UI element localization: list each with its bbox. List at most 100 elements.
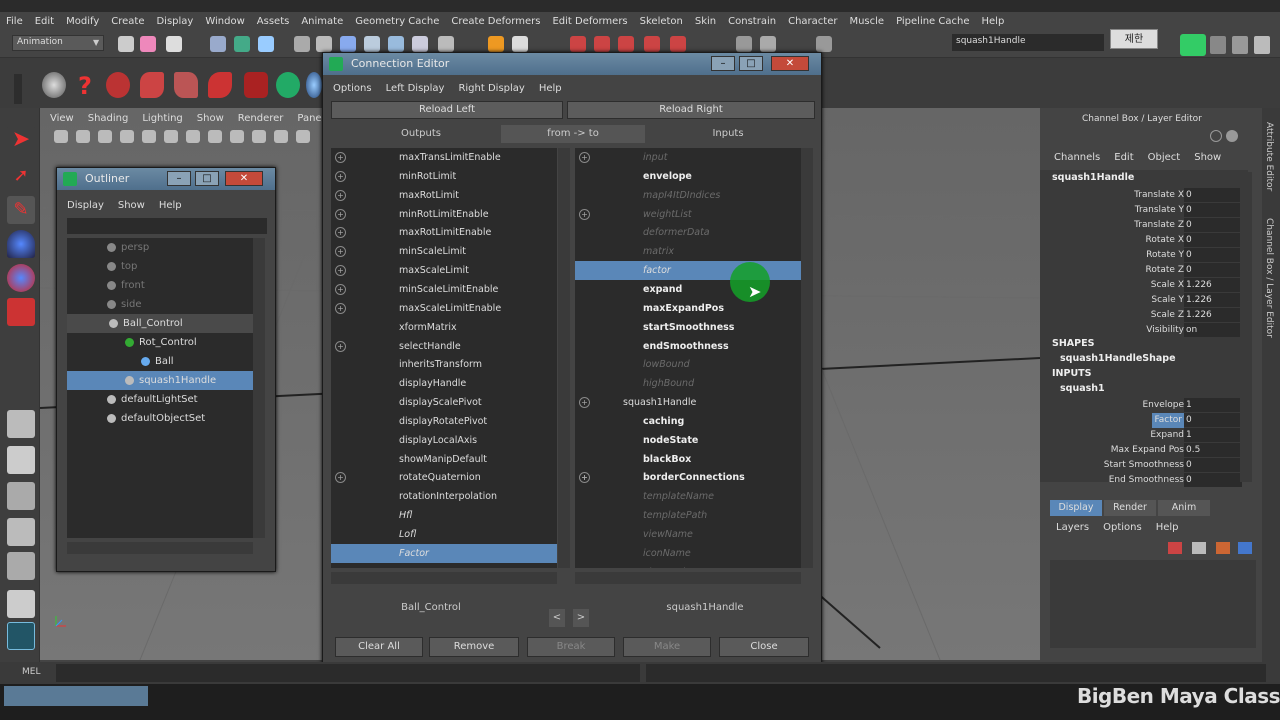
lasso-tool-icon[interactable]: ➚ (7, 162, 35, 190)
muscle-icon[interactable] (276, 72, 300, 98)
channel-value[interactable]: 1 (1184, 398, 1242, 412)
channel-menu-edit[interactable]: Edit (1114, 152, 1133, 163)
outliner-menu-display[interactable]: Display (67, 200, 104, 211)
viewport-menu-view[interactable]: View (50, 113, 74, 124)
expand-icon[interactable]: + (579, 472, 590, 484)
channel-menu-object[interactable]: Object (1148, 152, 1181, 163)
channel-value[interactable]: 0 (1184, 248, 1242, 262)
attribute-editor-tab[interactable]: Attribute Editor (1264, 122, 1274, 191)
close-button[interactable]: ✕ (771, 56, 809, 71)
mode-selector-arrow[interactable]: ▼ (93, 38, 99, 47)
channel-row[interactable]: Translate X0 (1052, 188, 1248, 203)
channel-value[interactable]: 0 (1184, 203, 1242, 217)
attribute-row[interactable]: + selectHandle (331, 337, 557, 356)
channel-box-settings-icon[interactable] (1226, 130, 1238, 142)
menu-edit[interactable]: Edit (35, 16, 54, 27)
spline-ik-icon[interactable] (174, 72, 198, 98)
channel-value[interactable]: 1.226 (1184, 308, 1242, 322)
outliner-menu-show[interactable]: Show (118, 200, 145, 211)
outliner-item[interactable]: defaultObjectSet (67, 409, 253, 428)
break-button[interactable]: Break (527, 637, 615, 657)
expand-icon[interactable]: + (335, 152, 346, 163)
menu-modify[interactable]: Modify (66, 16, 99, 27)
attribute-row[interactable]: Lofl (331, 525, 557, 544)
attribute-row[interactable]: + maxRotLimitEnable (331, 223, 557, 242)
minimize-button[interactable]: – (711, 56, 735, 71)
layout-two-icon[interactable] (7, 482, 35, 510)
direction-toggle-button[interactable]: from -> to (501, 125, 645, 143)
channel-menu-show[interactable]: Show (1194, 152, 1221, 163)
channel-box-help-icon[interactable] (1210, 130, 1222, 142)
attribute-row[interactable]: endSmoothness (575, 337, 801, 356)
layout-outliner-icon[interactable] (7, 552, 35, 580)
viewport-tool-icon[interactable] (98, 130, 112, 143)
outputs-horizontal-scrollbar[interactable] (331, 572, 557, 584)
status-tool-icon[interactable] (234, 36, 250, 52)
attribute-row[interactable]: + maxScaleLimitEnable (331, 299, 557, 318)
layout-four-icon[interactable] (7, 446, 35, 474)
attribute-row[interactable]: + maxTransLimitEnable (331, 148, 557, 167)
channel-value[interactable]: 0 (1184, 413, 1242, 427)
channel-row[interactable]: Rotate Z0 (1052, 263, 1248, 278)
expand-icon[interactable]: + (335, 340, 346, 352)
shapes-header[interactable]: SHAPES (1052, 338, 1094, 349)
channel-row[interactable]: Scale Z 1.226 (1052, 308, 1248, 323)
menu-pipeline-cache[interactable]: Pipeline Cache (896, 16, 969, 27)
attribute-row[interactable]: caching (575, 412, 801, 431)
channel-row[interactable]: Visibility on (1052, 323, 1248, 338)
attribute-row[interactable]: rotationInterpolation (331, 487, 557, 506)
channel-value[interactable]: 0 (1184, 188, 1242, 202)
status-tool-icon[interactable] (488, 36, 504, 52)
mode-selector[interactable]: Animation (12, 35, 104, 51)
status-tool-icon[interactable] (140, 36, 156, 52)
menu-muscle[interactable]: Muscle (849, 16, 884, 27)
mel-input[interactable] (56, 664, 640, 682)
attribute-row[interactable]: + weightList (575, 205, 801, 224)
attribute-row[interactable]: displayRotatePivot (331, 412, 557, 431)
status-tool-icon[interactable] (438, 36, 454, 52)
connection-menu-left-display[interactable]: Left Display (386, 83, 445, 94)
attribute-row[interactable]: Factor (331, 543, 557, 563)
attribute-row[interactable]: viewMode (575, 563, 801, 568)
status-tool-icon[interactable] (210, 36, 226, 52)
attribute-row[interactable]: nodeState (575, 431, 801, 450)
menu-create-deformers[interactable]: Create Deformers (451, 16, 540, 27)
panel-layout-icon[interactable] (1210, 36, 1226, 54)
outliner-item[interactable]: Rot_Control (67, 333, 253, 352)
attribute-row[interactable]: xformMatrix (331, 318, 557, 337)
minimize-button[interactable]: – (167, 171, 191, 186)
attribute-row[interactable]: + minRotLimitEnable (331, 205, 557, 224)
attribute-row[interactable]: envelope (575, 167, 801, 186)
status-tool-icon[interactable] (340, 36, 356, 52)
attribute-row[interactable]: + input (575, 148, 801, 167)
channel-row[interactable]: Translate Z0 (1052, 218, 1248, 233)
move-layer-down-icon[interactable] (1238, 542, 1252, 554)
attribute-row[interactable]: + minScaleLimitEnable (331, 280, 557, 299)
input-channel-row[interactable]: Envelope 1 (1052, 398, 1248, 413)
status-tool-icon[interactable] (316, 36, 332, 52)
attribute-row[interactable]: + rotateQuaternion (331, 468, 557, 487)
layer-tab-render[interactable]: Render (1104, 500, 1156, 516)
input-channel-row[interactable]: Start Smoothness 0 (1052, 458, 1248, 473)
attribute-row[interactable]: + borderConnections (575, 468, 801, 487)
status-tool-icon[interactable] (118, 36, 134, 52)
outliner-window[interactable]: Outliner – □ ✕ Display Show Help persp top f… (56, 167, 276, 572)
channel-value[interactable]: 0 (1184, 458, 1242, 472)
status-tool-icon[interactable] (594, 36, 610, 52)
expand-icon[interactable]: + (335, 302, 346, 314)
channel-menu-channels[interactable]: Channels (1054, 152, 1100, 163)
outputs-vertical-scrollbar[interactable] (558, 148, 570, 568)
paint-select-icon[interactable]: ✎ (7, 196, 35, 224)
attribute-row[interactable]: blackBox (575, 450, 801, 469)
status-tool-icon[interactable] (760, 36, 776, 52)
layer-menu-help[interactable]: Help (1156, 522, 1179, 533)
channel-box-toggle-icon[interactable] (1254, 36, 1270, 54)
layout-three-icon[interactable] (7, 518, 35, 546)
outliner-item[interactable]: Ball_Control (67, 314, 253, 333)
make-button[interactable]: Make (623, 637, 711, 657)
inputs-attribute-list[interactable]: + input envelope mapI4ItDIndices + weightList… (575, 148, 801, 568)
outliner-item[interactable]: persp (67, 238, 253, 257)
attribute-row[interactable]: + maxRotLimit (331, 186, 557, 205)
attribute-row[interactable]: iconName (575, 544, 801, 563)
layout-single-icon[interactable] (7, 410, 35, 438)
